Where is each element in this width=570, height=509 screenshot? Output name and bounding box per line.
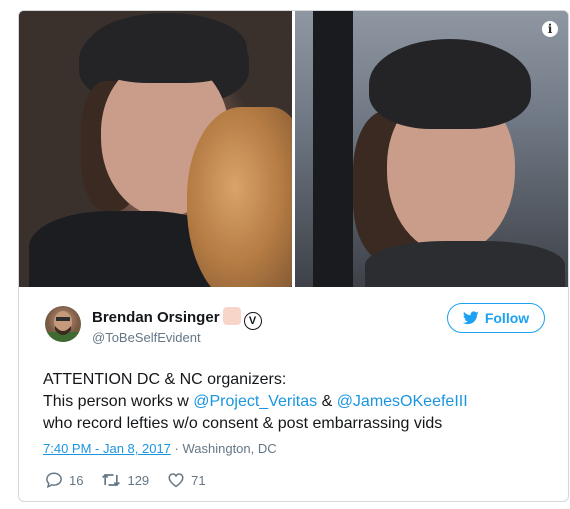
tweet-text-prefix: This person works w — [43, 393, 194, 410]
reply-button[interactable]: 16 — [45, 471, 83, 489]
retweet-count: 129 — [127, 472, 150, 488]
twitter-bird-icon — [462, 311, 479, 325]
tweet-meta: 7:40 PM - Jan 8, 2017 · Washington, DC — [43, 441, 277, 456]
verified-badge: V — [243, 312, 262, 330]
follow-button[interactable]: Follow — [447, 303, 545, 333]
mention-project-veritas[interactable]: @Project_Veritas — [193, 393, 317, 410]
mention-james-okeefe[interactable]: @JamesOKeefeIII — [337, 393, 468, 410]
user-handle[interactable]: @ToBeSelfEvident — [92, 330, 201, 345]
retweet-icon — [102, 473, 121, 487]
user-name[interactable]: Brendan Orsinger V — [92, 307, 262, 330]
tweet-text: ATTENTION DC & NC organizers: This perso… — [43, 369, 563, 435]
photo-left[interactable] — [19, 11, 292, 287]
avatar[interactable] — [45, 306, 81, 342]
follow-label: Follow — [484, 310, 530, 326]
reply-icon — [46, 472, 62, 489]
tweet-media[interactable]: i — [19, 11, 568, 287]
like-count: 71 — [191, 472, 206, 488]
like-icon — [168, 473, 184, 488]
tweet-actions: 16 129 71 — [45, 471, 206, 489]
raised-fist-icon — [222, 307, 241, 325]
photo-right[interactable] — [295, 11, 568, 287]
timestamp-link[interactable]: 7:40 PM - Jan 8, 2017 — [43, 441, 171, 456]
info-icon[interactable]: i — [542, 21, 558, 37]
tweet-text-mid: & — [317, 393, 337, 410]
location[interactable]: · Washington, DC — [171, 441, 277, 456]
reply-count: 16 — [69, 472, 84, 488]
tweet-text-line-2: This person works w @Project_Veritas & @… — [43, 391, 563, 413]
tweet-card: i Brendan Orsinger V @ToBeSelfEvident Fol… — [18, 10, 569, 502]
retweet-button[interactable]: 129 — [101, 471, 149, 489]
tweet-text-line-1: ATTENTION DC & NC organizers: — [43, 371, 287, 388]
like-button[interactable]: 71 — [167, 471, 206, 489]
tweet-text-line-3: who record lefties w/o consent & post em… — [43, 415, 443, 432]
user-name-text[interactable]: Brendan Orsinger — [92, 309, 220, 326]
